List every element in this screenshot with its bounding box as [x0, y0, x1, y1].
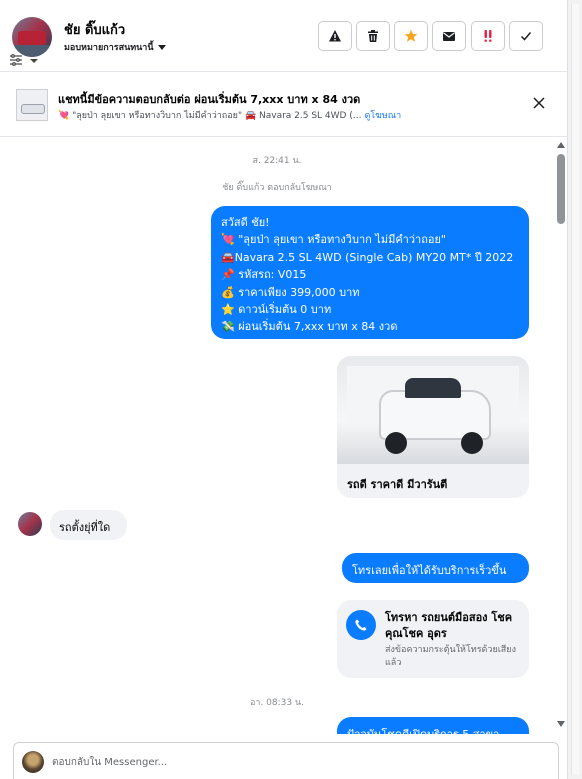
ad-reply-note: ชัย ดิ๊บแก้ว ตอบกลับโฆษณา [222, 183, 332, 193]
assign-conversation-dropdown[interactable]: มอบหมายการสนทนานี้ [64, 40, 166, 54]
message-line: สวัสดี ชัย! [221, 216, 270, 229]
star-button[interactable] [394, 21, 428, 51]
call-card-title: โทรหา รถยนต์มือสอง โชคคุณโชค อุดร [385, 611, 513, 640]
outgoing-message[interactable]: ปัจจุบันโชคดีเปิดบริการ 5 สาขา [337, 717, 529, 734]
card-caption: รถดี ราคาดี มีวารันตี [347, 478, 448, 491]
exclamation-icon [484, 30, 492, 42]
scroll-down-icon[interactable] [557, 721, 565, 727]
contact-name[interactable]: ชัย ดิ๊บแก้ว [64, 19, 125, 40]
reply-composer [13, 742, 559, 779]
message-line: ⭐ ดาวน์เริ่มต้น 0 บาท [221, 303, 332, 317]
message-thread[interactable]: ส. 22:41 น. ชัย ดิ๊บแก้ว ตอบกลับโฆษณา สว… [0, 138, 568, 734]
message-line: 💰 ราคาเพียง 399,000 บาท [221, 285, 360, 299]
trash-icon [368, 30, 378, 42]
contact-avatar[interactable] [12, 17, 52, 57]
message-line: 💸 ผ่อนเริ่มต้น 7,xxx บาท x 84 งวด [221, 320, 398, 334]
warning-icon [329, 30, 341, 42]
call-prompt-card[interactable]: โทรหา รถยนต์มือสอง โชคคุณโชค อุดร ส่งข้อ… [337, 600, 529, 678]
filter-icon[interactable] [10, 54, 40, 66]
messenger-panel: ชัย ดิ๊บแก้ว มอบหมายการสนทนานี้ แชทนี้มี… [0, 0, 568, 779]
ad-subtitle: 💘 "ลุยป่า ลุยเขา หรือทางวิบาก ไม่มีคำว่า… [58, 108, 401, 122]
outgoing-message[interactable]: สวัสดี ชัย! 💘 "ลุยป่า ลุยเขา หรือทางวิบา… [211, 206, 529, 339]
incoming-message[interactable]: รถตั้งยุ่ที่ใด [50, 510, 127, 540]
car-photo[interactable] [337, 356, 529, 464]
page-scrollbar[interactable] [568, 0, 582, 779]
report-button[interactable] [318, 21, 352, 51]
contact-avatar-small [18, 512, 42, 536]
scrollbar-thumb[interactable] [557, 154, 565, 224]
envelope-icon [443, 32, 455, 41]
thread-scrollbar[interactable] [554, 138, 568, 734]
message-line: 🚘Navara 2.5 SL 4WD (Single Cab) MY20 MT*… [221, 250, 514, 264]
call-card-subtitle: ส่งข้อความกระตุ้นให้โทรด้วยเสียงแล้ว [385, 645, 516, 668]
page-avatar [22, 751, 44, 773]
message-line: 📌 รหัสรถ: V015 [221, 268, 307, 282]
ad-thumbnail[interactable] [16, 89, 48, 121]
star-icon [404, 29, 418, 42]
delete-button[interactable] [356, 21, 390, 51]
close-icon[interactable] [532, 96, 546, 110]
timestamp: ส. 22:41 น. [252, 156, 302, 166]
ad-context-banner: แชทนี้มีข้อความตอบกลับต่อ ผ่อนเริ่มต้น 7… [0, 73, 568, 137]
image-card-message[interactable]: รถดี ราคาดี มีวารันตี [337, 356, 529, 498]
checkmark-icon [520, 32, 532, 41]
view-ad-link[interactable]: ดูโฆษณา [364, 111, 401, 121]
ad-subtitle-text: 💘 "ลุยป่า ลุยเขา หรือทางวิบาก ไม่มีคำว่า… [58, 111, 362, 121]
page-scrollbar-thumb[interactable] [571, 4, 579, 775]
ad-title: แชทนี้มีข้อความตอบกลับต่อ ผ่อนเริ่มต้น 7… [58, 93, 361, 106]
outgoing-message[interactable]: โทรเลยเพื่อให้ได้รับบริการเร็วขึ้น [342, 553, 529, 583]
mark-unread-button[interactable] [432, 21, 466, 51]
assign-label: มอบหมายการสนทนานี้ [64, 43, 154, 53]
priority-button[interactable] [471, 21, 505, 51]
timestamp: อา. 08:33 น. [250, 698, 304, 708]
chevron-down-icon [157, 44, 166, 50]
done-button[interactable] [509, 21, 543, 51]
reply-input[interactable] [52, 753, 542, 771]
message-line: 💘 "ลุยป่า ลุยเขา หรือทางวิบาก ไม่มีคำว่า… [221, 233, 446, 247]
phone-icon [346, 610, 376, 640]
scroll-up-icon[interactable] [557, 142, 565, 148]
conversation-header: ชัย ดิ๊บแก้ว มอบหมายการสนทนานี้ [0, 0, 568, 72]
